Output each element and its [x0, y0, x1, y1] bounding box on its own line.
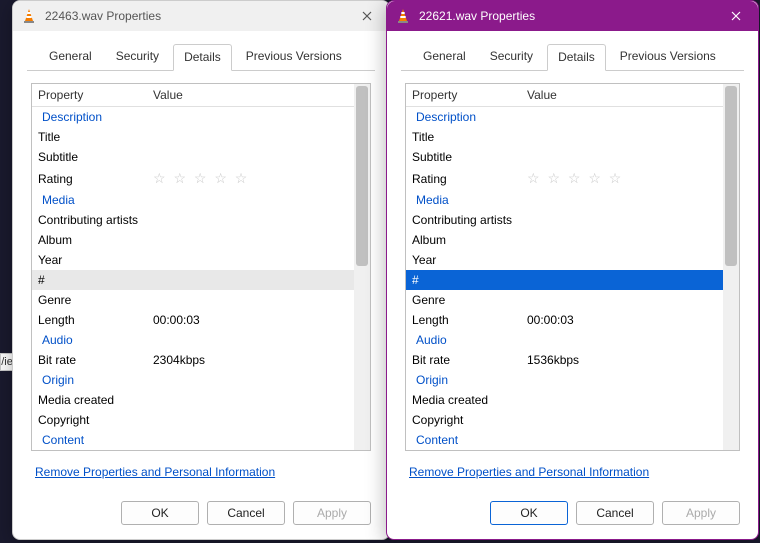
scrollbar-thumb[interactable] [356, 86, 368, 266]
prop-rating[interactable]: Rating☆ ☆ ☆ ☆ ☆ [406, 167, 723, 190]
tab-strip: General Security Details Previous Versio… [401, 31, 744, 71]
prop-subtitle[interactable]: Subtitle [32, 147, 354, 167]
section-description: Description [32, 107, 354, 127]
tab-security[interactable]: Security [480, 44, 543, 71]
vlc-icon [395, 8, 411, 24]
rating-stars-icon: ☆ ☆ ☆ ☆ ☆ [521, 169, 723, 188]
prop-copyright[interactable]: Copyright [406, 410, 723, 430]
prop-subtitle[interactable]: Subtitle [406, 147, 723, 167]
vlc-icon [21, 8, 37, 24]
properties-dialog-right: 22621.wav Properties General Security De… [386, 0, 759, 540]
prop-title[interactable]: Title [406, 127, 723, 147]
prop-bitrate[interactable]: Bit rate2304kbps [32, 350, 354, 370]
prop-track-number[interactable]: # [406, 270, 723, 290]
section-media: Media [406, 190, 723, 210]
properties-dialog-left: 22463.wav Properties General Security De… [12, 0, 390, 540]
prop-length[interactable]: Length00:00:03 [406, 310, 723, 330]
ok-button[interactable]: OK [490, 501, 568, 525]
properties-grid[interactable]: Property Value Description Title Subtitl… [31, 83, 371, 451]
close-icon [731, 11, 741, 21]
titlebar[interactable]: 22463.wav Properties [13, 1, 389, 31]
section-audio: Audio [32, 330, 354, 350]
prop-track-number[interactable]: # [32, 270, 354, 290]
scrollbar-thumb[interactable] [725, 86, 737, 266]
prop-album[interactable]: Album [406, 230, 723, 250]
remove-properties-link[interactable]: Remove Properties and Personal Informati… [409, 465, 649, 479]
prop-bitrate[interactable]: Bit rate1536kbps [406, 350, 723, 370]
prop-length[interactable]: Length00:00:03 [32, 310, 354, 330]
prop-genre[interactable]: Genre [406, 290, 723, 310]
prop-contributing-artists[interactable]: Contributing artists [32, 210, 354, 230]
tab-general[interactable]: General [413, 44, 476, 71]
dialog-buttons: OK Cancel Apply [13, 493, 389, 539]
header-property[interactable]: Property [32, 84, 147, 106]
cancel-button[interactable]: Cancel [207, 501, 285, 525]
tab-strip: General Security Details Previous Versio… [27, 31, 375, 71]
tab-details[interactable]: Details [547, 44, 606, 71]
close-icon [362, 11, 372, 21]
properties-grid[interactable]: Property Value Description Title Subtitl… [405, 83, 740, 451]
cancel-button[interactable]: Cancel [576, 501, 654, 525]
tab-previous-versions[interactable]: Previous Versions [610, 44, 726, 71]
window-title: 22463.wav Properties [45, 9, 345, 23]
ok-button[interactable]: OK [121, 501, 199, 525]
section-origin: Origin [32, 370, 354, 390]
scrollbar[interactable] [354, 84, 370, 450]
prop-rating[interactable]: Rating☆ ☆ ☆ ☆ ☆ [32, 167, 354, 190]
window-title: 22621.wav Properties [419, 9, 714, 23]
prop-year[interactable]: Year [406, 250, 723, 270]
apply-button[interactable]: Apply [293, 501, 371, 525]
header-value[interactable]: Value [147, 84, 354, 106]
grid-header: Property Value [406, 84, 723, 107]
section-content: Content [406, 430, 723, 450]
tab-general[interactable]: General [39, 44, 102, 71]
prop-media-created[interactable]: Media created [32, 390, 354, 410]
prop-copyright[interactable]: Copyright [32, 410, 354, 430]
tab-security[interactable]: Security [106, 44, 169, 71]
header-value[interactable]: Value [521, 84, 723, 106]
titlebar[interactable]: 22621.wav Properties [387, 1, 758, 31]
close-button[interactable] [714, 1, 758, 31]
header-property[interactable]: Property [406, 84, 521, 106]
tab-details[interactable]: Details [173, 44, 232, 71]
prop-title[interactable]: Title [32, 127, 354, 147]
prop-genre[interactable]: Genre [32, 290, 354, 310]
scrollbar[interactable] [723, 84, 739, 450]
remove-properties-link[interactable]: Remove Properties and Personal Informati… [35, 465, 275, 479]
section-media: Media [32, 190, 354, 210]
grid-header: Property Value [32, 84, 354, 107]
apply-button[interactable]: Apply [662, 501, 740, 525]
tab-previous-versions[interactable]: Previous Versions [236, 44, 352, 71]
prop-album[interactable]: Album [32, 230, 354, 250]
section-description: Description [406, 107, 723, 127]
dialog-buttons: OK Cancel Apply [387, 493, 758, 539]
section-origin: Origin [406, 370, 723, 390]
prop-media-created[interactable]: Media created [406, 390, 723, 410]
rating-stars-icon: ☆ ☆ ☆ ☆ ☆ [147, 169, 354, 188]
prop-year[interactable]: Year [32, 250, 354, 270]
close-button[interactable] [345, 1, 389, 31]
prop-contributing-artists[interactable]: Contributing artists [406, 210, 723, 230]
section-audio: Audio [406, 330, 723, 350]
section-content: Content [32, 430, 354, 450]
